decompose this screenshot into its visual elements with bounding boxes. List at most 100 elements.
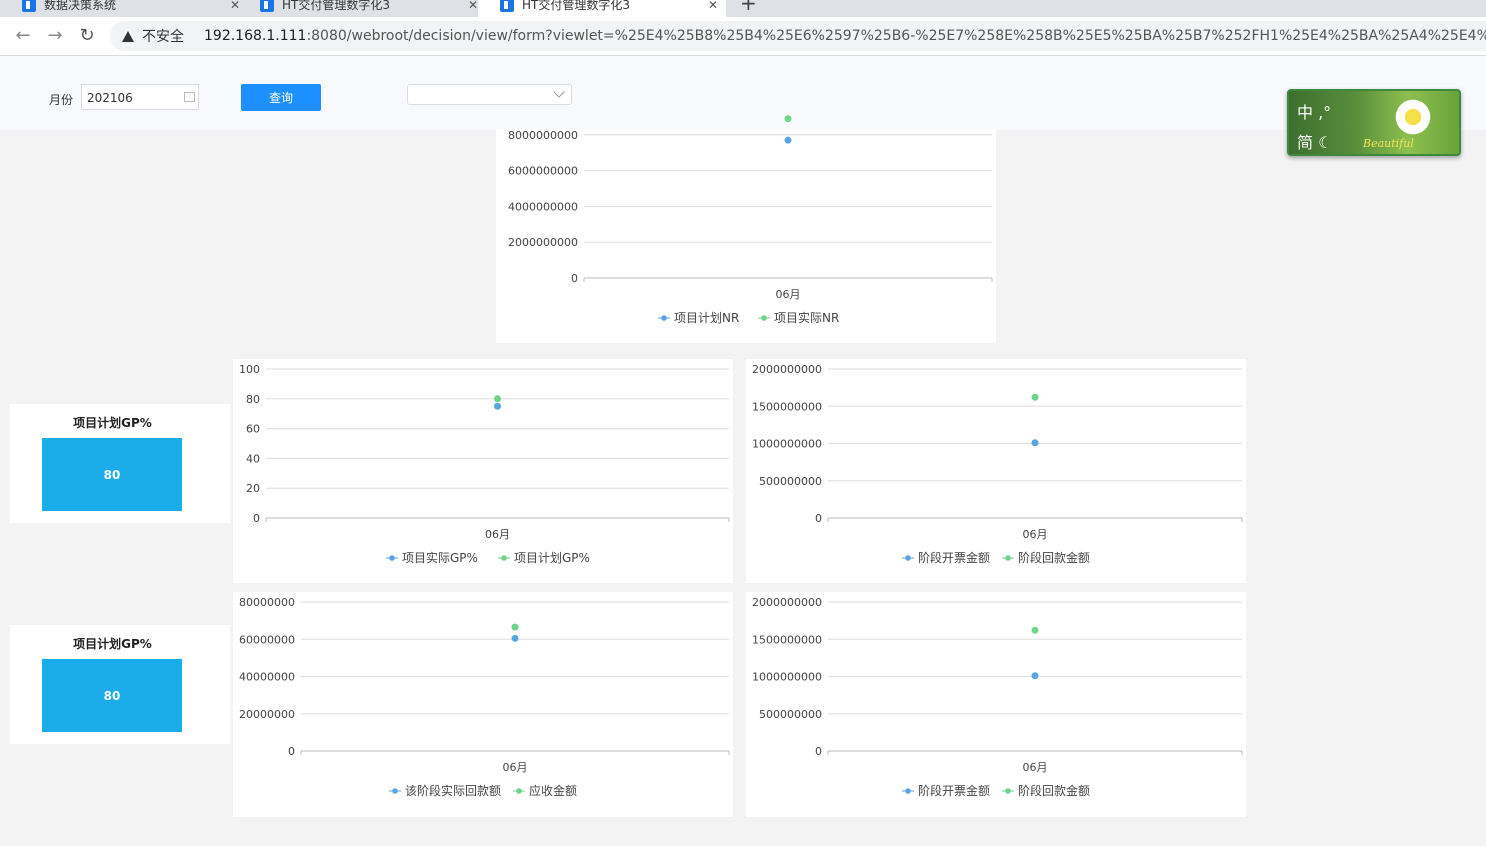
app-favicon-icon <box>500 0 514 12</box>
y-tick-label: 1500000000 <box>752 633 822 646</box>
app-favicon-icon <box>22 0 36 12</box>
input-method-widget[interactable]: 中 ,° 简 ☾ Beautiful <box>1287 89 1461 156</box>
calendar-icon[interactable] <box>184 92 195 102</box>
query-button[interactable]: 查询 <box>241 84 321 111</box>
y-tick-label: 500000000 <box>759 708 822 721</box>
kpi-value-box: 80 <box>42 438 182 511</box>
data-point <box>494 402 501 410</box>
chart-panel-gp: 0 20 40 60 80 100 06月 项目实际GP% 项目计划GP% <box>233 359 733 583</box>
legend-item[interactable]: 项目实际GP% <box>386 550 478 565</box>
y-tick-label: 20000000 <box>239 708 295 721</box>
y-tick-label: 40000000 <box>239 671 295 684</box>
legend-item[interactable]: 阶段回款金额 <box>1002 550 1090 565</box>
url-path: :8080/webroot/decision/view/form?viewlet… <box>306 28 1486 44</box>
daisy-flower-icon <box>1393 97 1433 137</box>
legend-label: 阶段回款金额 <box>1018 550 1090 565</box>
browser-tab-1[interactable]: 数据决策系统 ✕ <box>0 0 248 17</box>
legend-item[interactable]: 该阶段实际回款额 <box>389 783 501 798</box>
close-icon[interactable]: ✕ <box>468 0 478 12</box>
x-tick-label: 06月 <box>503 761 528 774</box>
legend-item[interactable]: 应收金额 <box>513 783 577 798</box>
invoice-scatter-chart-2: 0 500000000 1000000000 1500000000 2000000000… <box>752 596 1243 798</box>
data-point <box>1031 672 1039 680</box>
data-point <box>494 395 501 403</box>
y-tick-label: 0 <box>571 272 578 285</box>
y-tick-label: 20 <box>246 482 260 495</box>
receivable-scatter-chart: 0 20000000 40000000 60000000 80000000 06月该阶段实… <box>239 596 730 798</box>
legend-marker <box>905 788 911 794</box>
app-favicon-icon <box>260 0 274 12</box>
data-point <box>511 634 519 642</box>
close-icon[interactable]: ✕ <box>708 0 718 12</box>
legend-label: 应收金额 <box>529 783 577 798</box>
y-tick-label: 1500000000 <box>752 400 822 413</box>
chart-panel-nr: 0 2000000000 4000000000 6000000000 800000000… <box>496 115 996 343</box>
forward-arrow-icon[interactable]: → <box>44 25 66 46</box>
month-input[interactable]: 202106 <box>81 84 199 110</box>
legend-item[interactable]: 项目计划GP% <box>498 551 590 565</box>
y-tick-label: 40 <box>246 452 260 465</box>
legend-marker <box>389 555 395 561</box>
legend-item[interactable]: 阶段开票金额 <box>902 783 990 798</box>
legend-item[interactable]: 阶段开票金额 <box>902 550 990 565</box>
browser-tab-strip: 数据决策系统 ✕ HT交付管理数字化3 ✕ HT交付管理数字化3 ✕ + <box>0 0 1486 17</box>
legend-item[interactable]: 项目计划NR <box>658 311 739 325</box>
browser-tab-3[interactable]: HT交付管理数字化3 ✕ <box>478 0 726 17</box>
widget-brand-text: Beautiful <box>1363 137 1414 150</box>
data-point <box>1031 626 1039 634</box>
gp-scatter-chart: 0 20 40 60 80 100 06月项目实际GP% 项目计划GP% <box>239 363 730 565</box>
browser-tab-2[interactable]: HT交付管理数字化3 ✕ <box>238 0 486 17</box>
legend-marker <box>1005 555 1011 561</box>
legend-label: 阶段开票金额 <box>918 550 990 565</box>
y-tick-label: 60 <box>246 423 260 436</box>
widget-row-simplified[interactable]: 简 ☾ <box>1297 129 1332 153</box>
legend-label: 该阶段实际回款额 <box>405 783 501 798</box>
browser-toolbar: ← → ↻ 不安全 192.168.1.111:8080/webroot/dec… <box>0 17 1486 56</box>
back-arrow-icon[interactable]: ← <box>12 25 34 46</box>
data-point <box>1031 439 1039 447</box>
legend-label: 项目计划GP% <box>514 551 590 565</box>
legend-label: 阶段回款金额 <box>1018 783 1090 798</box>
kpi-title: 项目计划GP% <box>73 637 152 651</box>
url-text: 192.168.1.111:8080/webroot/decision/view… <box>204 28 1486 44</box>
filter-combo-box[interactable] <box>407 84 572 105</box>
legend-marker <box>392 788 398 794</box>
y-tick-label: 60000000 <box>239 633 295 646</box>
kpi-card-2: 项目计划GP% 80 <box>10 625 230 744</box>
kpi-value-box: 80 <box>42 659 182 732</box>
y-tick-label: 0 <box>815 512 822 525</box>
insecure-label: 不安全 <box>142 29 184 45</box>
nr-scatter-chart: 0 2000000000 4000000000 6000000000 800000000… <box>508 115 993 325</box>
y-tick-label: 2000000000 <box>508 236 578 249</box>
x-tick-label: 06月 <box>776 288 801 301</box>
y-tick-label: 4000000000 <box>508 200 578 213</box>
y-tick-label: 80 <box>246 393 260 406</box>
legend-item[interactable]: 阶段回款金额 <box>1002 783 1090 798</box>
y-tick-label: 0 <box>253 512 260 525</box>
y-tick-label: 1000000000 <box>752 438 822 451</box>
tab-title: HT交付管理数字化3 <box>522 0 630 12</box>
filter-toolbar <box>0 56 1486 130</box>
legend-marker <box>1005 788 1011 794</box>
legend-label: 阶段开票金额 <box>918 783 990 798</box>
new-tab-icon[interactable]: + <box>740 0 757 15</box>
legend-marker <box>661 315 667 321</box>
kpi-card-1: 项目计划GP% 80 <box>10 404 230 523</box>
legend-label: 项目实际NR <box>774 310 839 325</box>
warning-icon <box>122 30 134 42</box>
data-point <box>784 115 792 123</box>
legend-marker <box>761 315 767 321</box>
legend-marker <box>516 788 522 794</box>
reload-icon[interactable]: ↻ <box>76 25 98 46</box>
tab-title: HT交付管理数字化3 <box>282 0 390 12</box>
y-tick-label: 1000000000 <box>752 671 822 684</box>
legend-item[interactable]: 项目实际NR <box>758 310 839 325</box>
tab-title: 数据决策系统 <box>44 0 117 12</box>
y-tick-label: 80000000 <box>239 596 295 609</box>
y-tick-label: 0 <box>815 745 822 758</box>
address-bar[interactable]: 不安全 192.168.1.111:8080/webroot/decision/… <box>110 21 1486 51</box>
invoice-scatter-chart: 0 500000000 1000000000 1500000000 2000000000… <box>752 363 1243 565</box>
legend-marker <box>905 555 911 561</box>
widget-row-chinese[interactable]: 中 ,° <box>1297 99 1331 123</box>
y-tick-label: 2000000000 <box>752 596 822 609</box>
